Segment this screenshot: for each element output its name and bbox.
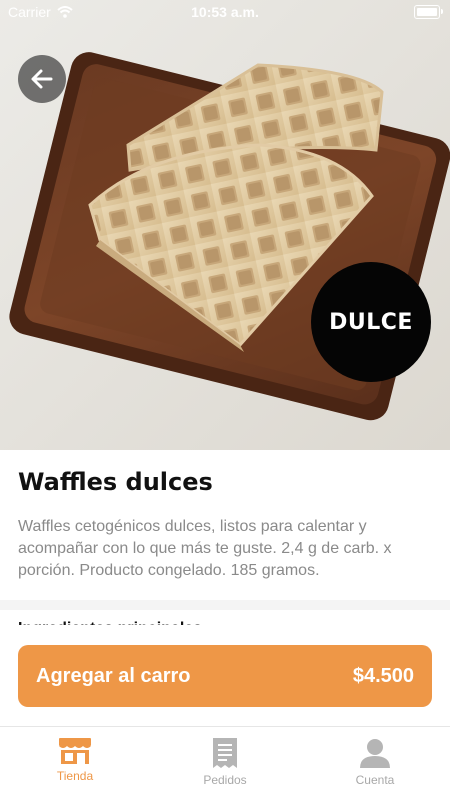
cart-footer: Agregar al carro $4.500 bbox=[0, 625, 450, 725]
product-title: Waffles dulces bbox=[18, 468, 213, 496]
category-badge: DULCE bbox=[311, 262, 431, 382]
tab-tienda-label: Tienda bbox=[56, 769, 94, 783]
battery-icon bbox=[414, 5, 443, 19]
receipt-icon bbox=[213, 738, 237, 768]
tab-bar: Tienda Pedidos Cuenta bbox=[0, 726, 450, 801]
product-price: $4.500 bbox=[352, 664, 414, 687]
status-bar: Carrier 10:53 a.m. bbox=[0, 0, 450, 24]
tab-pedidos[interactable]: Pedidos bbox=[150, 727, 300, 801]
add-to-cart-button[interactable]: Agregar al carro $4.500 bbox=[18, 645, 432, 707]
user-icon bbox=[360, 739, 390, 768]
tab-cuenta[interactable]: Cuenta bbox=[300, 727, 450, 801]
status-time: 10:53 a.m. bbox=[191, 4, 259, 20]
tab-cuenta-label: Cuenta bbox=[355, 773, 395, 787]
waffles-photo bbox=[0, 0, 450, 450]
product-image: DULCE bbox=[0, 0, 450, 450]
back-button[interactable] bbox=[18, 55, 66, 103]
category-badge-label: DULCE bbox=[329, 309, 413, 335]
tab-pedidos-label: Pedidos bbox=[203, 773, 247, 787]
tab-tienda[interactable]: Tienda bbox=[0, 727, 150, 801]
add-to-cart-label: Agregar al carro bbox=[36, 664, 191, 687]
store-icon bbox=[59, 738, 91, 764]
arrow-left-icon bbox=[31, 69, 53, 89]
section-divider bbox=[0, 600, 450, 610]
product-description: Waffles cetogénicos dulces, listos para … bbox=[18, 518, 392, 579]
